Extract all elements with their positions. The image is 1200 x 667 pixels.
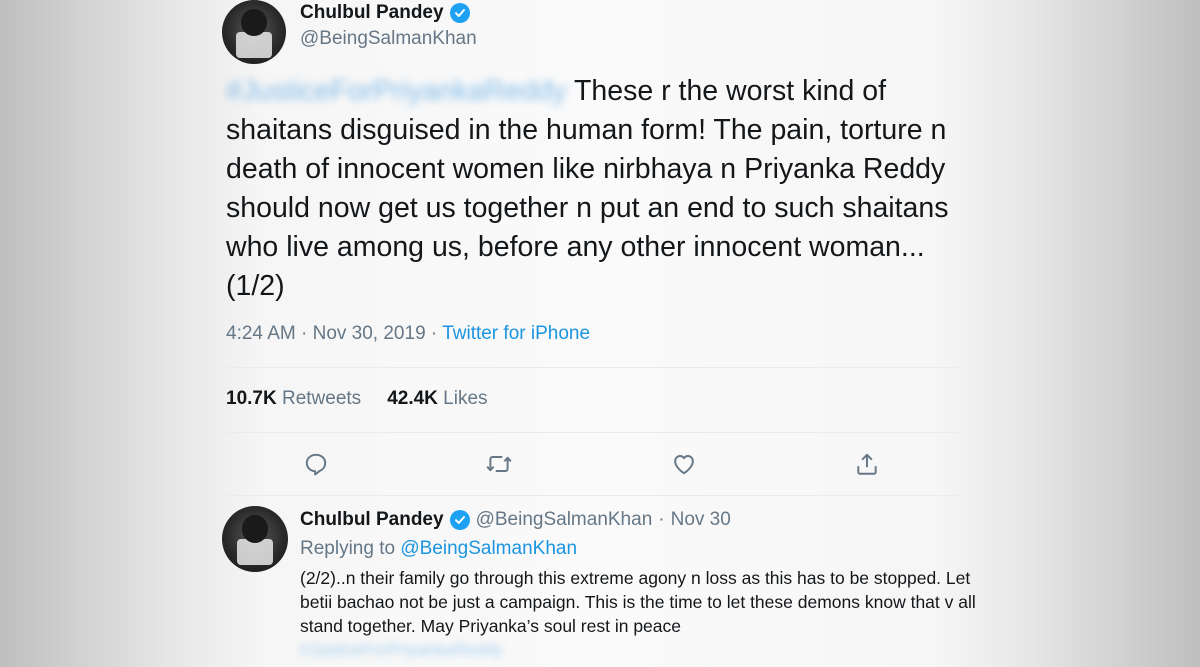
author-handle[interactable]: @BeingSalmanKhan	[300, 28, 477, 50]
share-icon[interactable]	[853, 450, 881, 478]
tweet-meta: 4:24 AM · Nov 30, 2019 · Twitter for iPh…	[226, 323, 590, 345]
reply-icon[interactable]	[302, 450, 330, 478]
meta-separator: ·	[301, 323, 308, 344]
tweet-time[interactable]: 4:24 AM	[226, 323, 296, 344]
tweet-source-link[interactable]: Twitter for iPhone	[442, 323, 590, 344]
replying-to-label: Replying to	[300, 538, 396, 559]
meta-separator: ·	[430, 323, 438, 344]
author-avatar[interactable]	[222, 0, 286, 64]
tweet-body: These r the worst kind of shaitans disgu…	[226, 75, 949, 302]
retweets-count: 10.7K	[226, 388, 277, 409]
reply-text: (2/2)..n their family go through this ex…	[300, 568, 976, 636]
verified-badge-icon	[449, 510, 470, 530]
divider	[226, 367, 958, 368]
engagement-stats: 10.7K Retweets 42.4K Likes	[226, 388, 488, 410]
author-name-row[interactable]: Chulbul Pandey	[300, 2, 470, 24]
action-bar	[300, 450, 880, 478]
tweet-date[interactable]: Nov 30, 2019	[313, 323, 426, 344]
hashtag-link[interactable]: #JusticeForPriyankaReddy	[226, 75, 567, 107]
reply-header: Chulbul Pandey @BeingSalmanKhan · Nov 30	[300, 509, 731, 531]
author-display-name[interactable]: Chulbul Pandey	[300, 2, 444, 24]
replying-to-line: Replying to @BeingSalmanKhan	[300, 538, 577, 560]
replying-to-link[interactable]: @BeingSalmanKhan	[400, 538, 577, 559]
likes-stat[interactable]: 42.4K Likes	[387, 388, 487, 410]
reply-date[interactable]: Nov 30	[671, 509, 731, 531]
reply-author-avatar[interactable]	[222, 506, 288, 572]
retweets-stat[interactable]: 10.7K Retweets	[226, 388, 361, 410]
reply-author-display-name[interactable]: Chulbul Pandey	[300, 509, 444, 531]
retweets-label: Retweets	[281, 388, 362, 409]
retweet-icon[interactable]	[485, 450, 513, 478]
likes-count: 42.4K	[387, 388, 438, 409]
reply-author-handle[interactable]: @BeingSalmanKhan	[476, 509, 653, 531]
divider	[226, 432, 958, 433]
reply-separator: ·	[658, 509, 665, 530]
tweet-text: #JusticeForPriyankaReddy These r the wor…	[226, 72, 976, 306]
reply-hashtag-link[interactable]: #JusticeForPriyankaReddy	[300, 640, 503, 660]
divider	[226, 495, 958, 496]
likes-label: Likes	[443, 388, 488, 409]
tweet-card: Chulbul Pandey @BeingSalmanKhan #Justice…	[200, 0, 980, 667]
verified-badge-icon	[449, 3, 470, 23]
like-icon[interactable]	[670, 450, 698, 478]
